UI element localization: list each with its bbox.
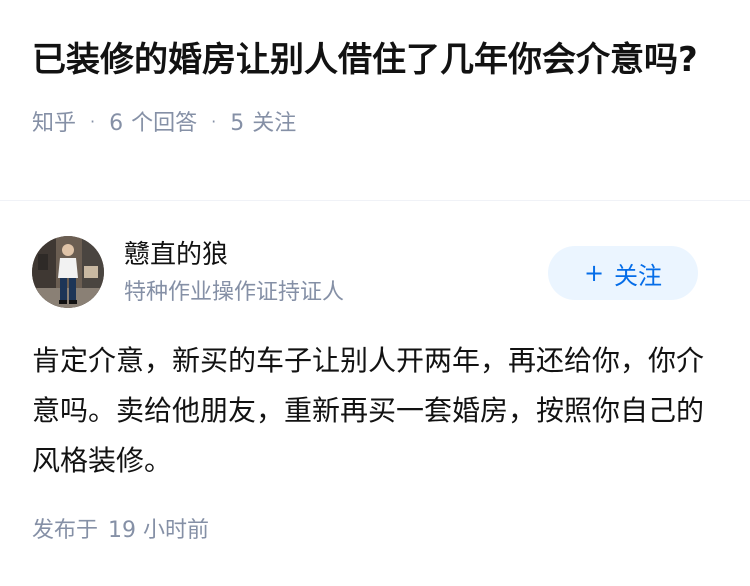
followers-count-link[interactable]: 5 关注 — [230, 105, 296, 137]
followers-label: 关注 — [252, 111, 297, 136]
question-meta: 知乎 · 6 个回答 · 5 关注 — [32, 106, 712, 136]
plus-icon: + — [583, 259, 605, 287]
published-time: 19 小时前 — [108, 518, 210, 543]
meta-separator: · — [211, 111, 217, 131]
meta-separator: · — [90, 111, 96, 131]
question-title[interactable]: 已装修的婚房让别人借住了几年你会介意吗? — [32, 34, 712, 86]
answers-count: 6 — [109, 111, 124, 136]
follow-button-label: 关注 — [614, 261, 663, 290]
answers-label: 个回答 — [131, 111, 198, 136]
answers-count-link[interactable]: 6 个回答 — [109, 105, 197, 137]
author-name[interactable]: 戆直的狼 — [124, 238, 228, 272]
avatar-photo-icon — [32, 236, 104, 308]
avatar[interactable] — [32, 236, 104, 308]
published-info: 发布于 19 小时前 — [32, 516, 209, 546]
author-bio: 特种作业操作证持证人 — [124, 280, 345, 305]
follow-button[interactable]: + 关注 — [548, 246, 698, 300]
section-divider — [0, 200, 750, 201]
source-label[interactable]: 知乎 — [32, 105, 76, 137]
followers-count: 5 — [230, 111, 245, 136]
question-header: 已装修的婚房让别人借住了几年你会介意吗? 知乎 · 6 个回答 · 5 关注 — [32, 34, 712, 136]
published-label: 发布于 — [32, 518, 99, 543]
answer-content[interactable]: 肯定介意，新买的车子让别人开两年，再还给你，你介意吗。卖给他朋友，重新再买一套婚… — [32, 336, 718, 486]
author-info: 戆直的狼 特种作业操作证持证人 + 关注 — [32, 236, 718, 310]
